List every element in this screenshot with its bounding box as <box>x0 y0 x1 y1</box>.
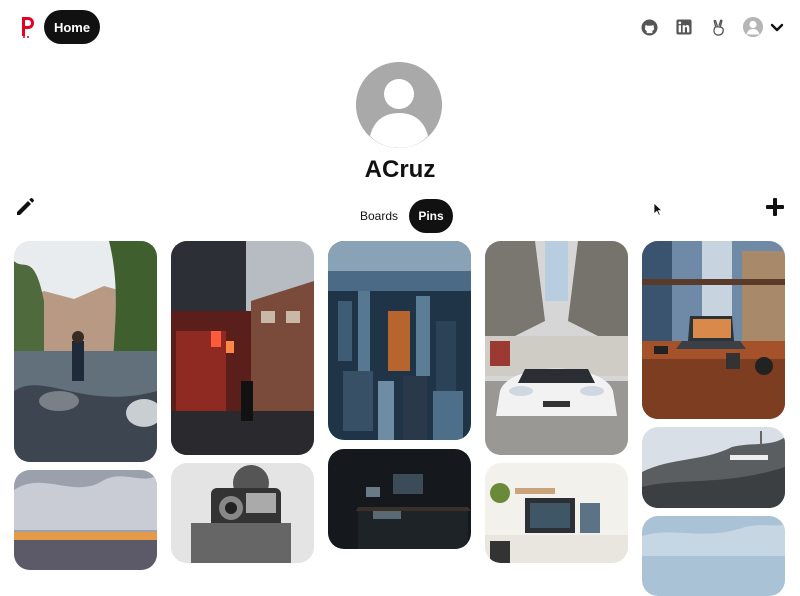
top-navigation: Home <box>0 0 800 54</box>
pin-hollywood-sign[interactable] <box>642 427 785 508</box>
pin-camera-person[interactable] <box>171 463 314 563</box>
home-button[interactable]: Home <box>44 10 100 44</box>
tab-pins[interactable]: Pins <box>409 199 453 233</box>
pin-neon-alley[interactable] <box>171 241 314 455</box>
chevron-down-icon[interactable] <box>770 20 784 34</box>
pencil-icon[interactable] <box>14 196 36 218</box>
pin-white-car[interactable] <box>485 241 628 455</box>
logo-icon[interactable] <box>18 15 36 39</box>
pin-city-skyline[interactable] <box>328 241 471 440</box>
pin-river-hiker[interactable] <box>14 241 157 462</box>
angellist-icon[interactable] <box>709 18 727 36</box>
pin-sunset-clouds[interactable] <box>14 470 157 570</box>
mouse-cursor-icon <box>653 202 663 216</box>
plus-icon[interactable] <box>764 196 786 218</box>
pin-workspace[interactable] <box>485 463 628 563</box>
profile-username: ACruz <box>364 156 436 183</box>
pin-sky[interactable] <box>642 516 785 596</box>
pin-dark-desk[interactable] <box>328 449 471 549</box>
profile-avatar <box>356 62 442 148</box>
tab-boards[interactable]: Boards <box>352 199 406 233</box>
linkedin-icon[interactable] <box>675 18 693 36</box>
pin-laptop-desk[interactable] <box>642 241 785 419</box>
github-icon[interactable] <box>640 18 658 36</box>
user-avatar-icon[interactable] <box>743 17 763 37</box>
